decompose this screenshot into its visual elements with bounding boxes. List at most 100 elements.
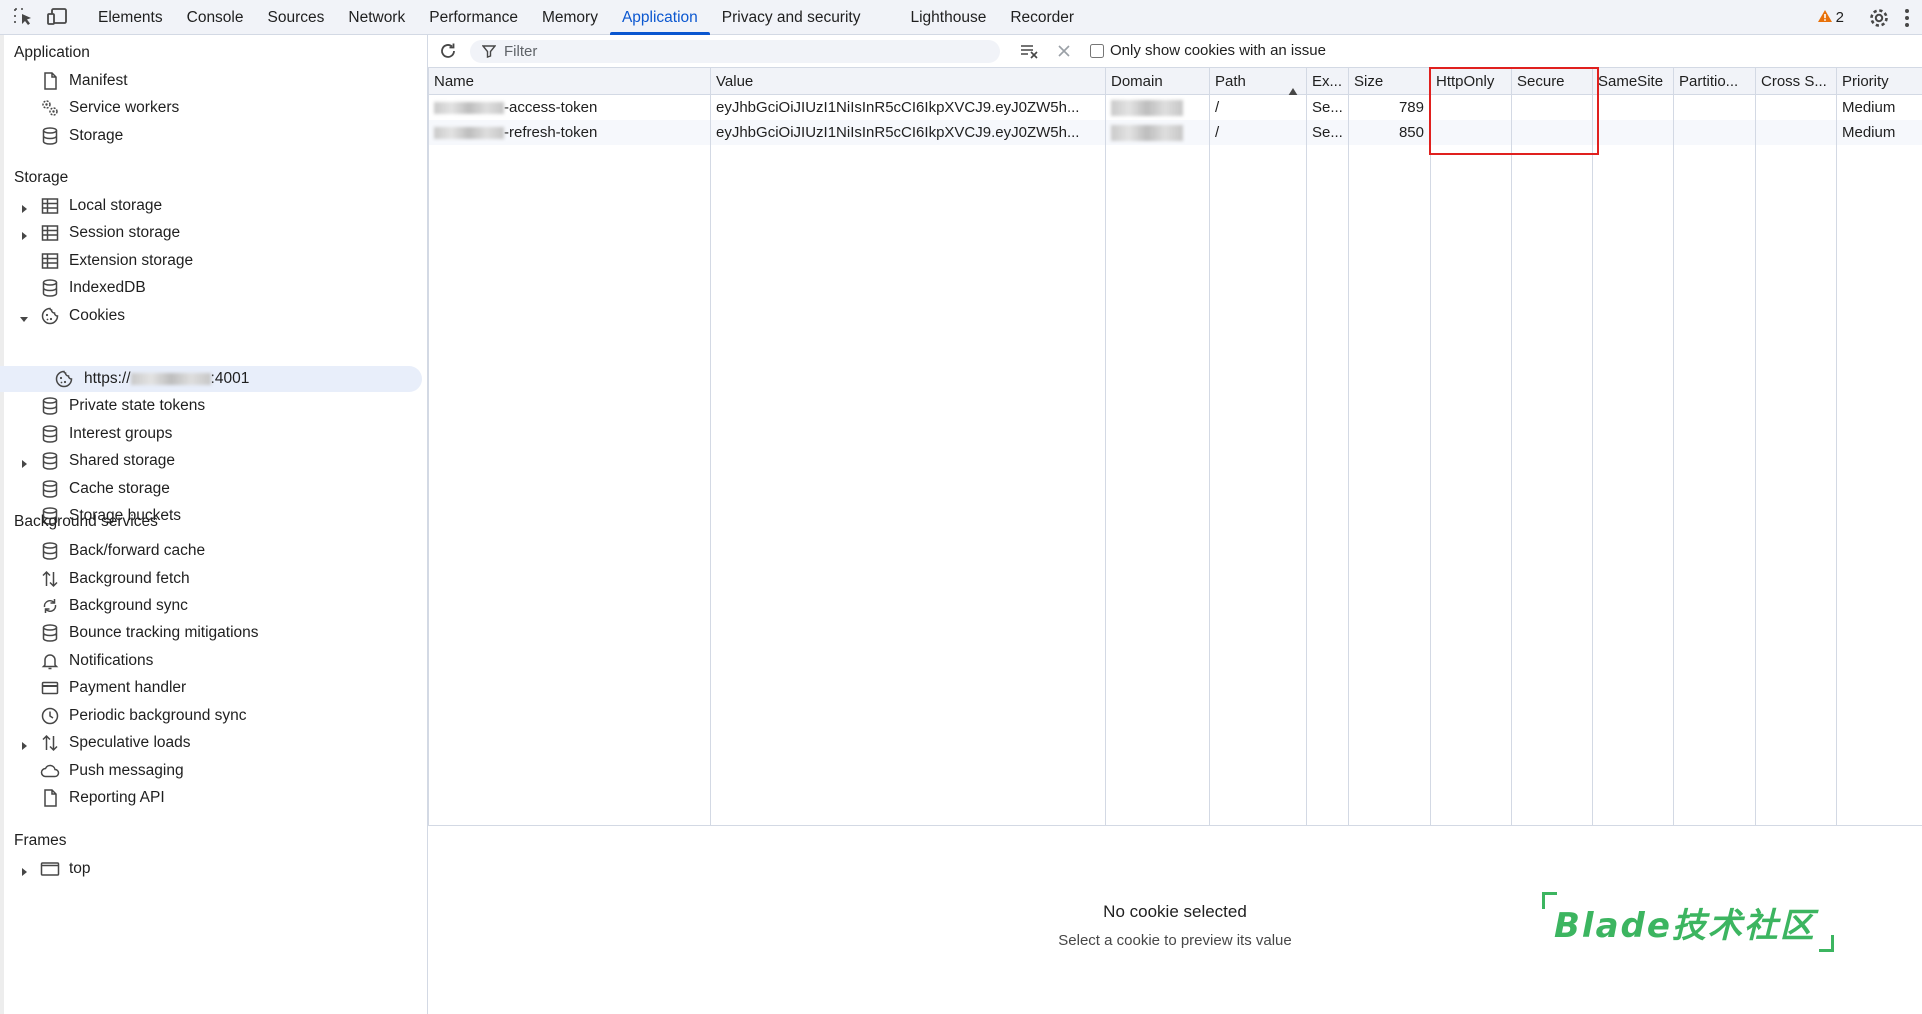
device-toolbar-icon[interactable] <box>46 6 70 28</box>
sidebar-item-cookie-origin[interactable]: https://:4001 <box>0 366 422 392</box>
column-divider[interactable] <box>1673 68 1674 826</box>
column-divider[interactable] <box>710 68 711 826</box>
column-divider[interactable] <box>1755 68 1756 826</box>
table-row[interactable]: -refresh-token eyJhbGciOiJIUzI1NiIsInR5c… <box>428 120 1922 145</box>
up-down-arrows-icon <box>40 733 60 753</box>
sync-icon <box>40 596 60 616</box>
column-divider[interactable] <box>1430 68 1431 826</box>
redacted-domain <box>1111 125 1183 142</box>
cell-name: -access-token <box>428 95 710 120</box>
sidebar-item-periodic-background-sync[interactable]: Periodic background sync <box>0 703 422 729</box>
tab-privacy-and-security[interactable]: Privacy and security <box>710 0 873 35</box>
cookie-origin-scheme: https:// <box>84 370 131 387</box>
column-header-value[interactable]: Value <box>710 68 1105 95</box>
sidebar-item-shared-storage[interactable]: Shared storage <box>0 448 422 474</box>
column-header-expires[interactable]: Ex... <box>1306 68 1348 95</box>
column-divider[interactable] <box>1592 68 1593 826</box>
section-title-application: Application <box>14 44 90 61</box>
cell-samesite <box>1592 95 1673 120</box>
clear-all-cookies-icon[interactable] <box>1020 42 1040 64</box>
cell-path: / <box>1215 124 1220 141</box>
tab-elements[interactable]: Elements <box>86 0 175 35</box>
delete-selected-icon[interactable] <box>1056 43 1072 63</box>
sidebar-item-cache-storage[interactable]: Cache storage <box>0 476 422 502</box>
column-divider[interactable] <box>1105 68 1106 826</box>
table-icon <box>40 251 60 271</box>
refresh-icon[interactable] <box>438 41 458 65</box>
devtools-tab-bar: Elements Console Sources Network Perform… <box>0 0 1922 35</box>
sidebar-item-label: IndexedDB <box>69 279 146 296</box>
expand-arrow-icon[interactable] <box>19 201 29 213</box>
only-issues-label: Only show cookies with an issue <box>1110 42 1326 59</box>
sidebar-item-push-messaging[interactable]: Push messaging <box>0 758 422 784</box>
tab-sources[interactable]: Sources <box>256 0 337 35</box>
expand-arrow-icon[interactable] <box>19 456 29 468</box>
sidebar-item-cookies[interactable]: Cookies <box>0 303 422 329</box>
column-divider[interactable] <box>1306 68 1307 826</box>
sidebar-item-service-workers[interactable]: Service workers <box>0 95 422 121</box>
sidebar-item-label: Cookies <box>69 307 125 324</box>
only-issues-toggle[interactable]: Only show cookies with an issue <box>1090 42 1326 59</box>
section-title-frames: Frames <box>14 832 67 849</box>
expand-arrow-icon[interactable] <box>19 738 29 750</box>
expand-arrow-icon[interactable] <box>19 864 29 876</box>
sidebar-item-back-forward-cache[interactable]: Back/forward cache <box>0 538 422 564</box>
only-issues-checkbox[interactable] <box>1090 43 1104 58</box>
settings-gear-icon[interactable] <box>1868 7 1890 29</box>
filter-funnel-icon <box>481 44 497 62</box>
frame-icon <box>40 859 60 879</box>
filter-input[interactable] <box>504 42 984 61</box>
cell-priority: Medium <box>1842 124 1896 141</box>
tab-lighthouse[interactable]: Lighthouse <box>898 0 998 35</box>
sidebar-item-interest-groups[interactable]: Interest groups <box>0 421 422 447</box>
tab-network[interactable]: Network <box>336 0 417 35</box>
expand-arrow-icon[interactable] <box>19 228 29 240</box>
up-down-arrows-icon <box>40 569 60 589</box>
column-header-cross-site[interactable]: Cross S... <box>1755 68 1836 95</box>
column-header-name[interactable]: Name <box>428 68 710 95</box>
column-header-partition-key[interactable]: Partitio... <box>1673 68 1755 95</box>
sidebar-item-frame-top[interactable]: top <box>0 856 422 882</box>
tab-application[interactable]: Application <box>609 0 710 35</box>
inspect-element-icon[interactable] <box>12 6 36 28</box>
column-divider[interactable] <box>1209 68 1210 826</box>
column-header-samesite[interactable]: SameSite <box>1592 68 1673 95</box>
cell-value: eyJhbGciOiJIUzI1NiIsInR5cCI6IkpXVCJ9.eyJ… <box>716 124 1080 141</box>
sidebar-item-speculative-loads[interactable]: Speculative loads <box>0 730 422 756</box>
column-header-domain[interactable]: Domain <box>1105 68 1209 95</box>
column-header-path[interactable]: Path <box>1209 68 1306 95</box>
sidebar-item-label: Service workers <box>69 99 180 116</box>
sidebar-item-manifest[interactable]: Manifest <box>0 68 422 94</box>
cell-path: / <box>1215 99 1220 116</box>
column-header-size[interactable]: Size <box>1348 68 1430 95</box>
sidebar-item-background-sync[interactable]: Background sync <box>0 593 422 619</box>
cell-size: 789 <box>1398 99 1424 116</box>
collapse-arrow-icon[interactable] <box>19 311 29 322</box>
sidebar-item-label: Notifications <box>69 652 154 669</box>
sidebar-item-notifications[interactable]: Notifications <box>0 648 422 674</box>
tab-recorder[interactable]: Recorder <box>998 0 1086 35</box>
tab-performance[interactable]: Performance <box>417 0 530 35</box>
sidebar-item-label: Extension storage <box>69 252 194 269</box>
sidebar-item-private-state-tokens[interactable]: Private state tokens <box>0 393 422 419</box>
sort-ascending-icon <box>1288 78 1298 95</box>
more-options-icon[interactable] <box>1904 8 1910 28</box>
issues-counter[interactable]: 2 <box>1817 9 1844 27</box>
redacted-prefix <box>434 127 504 140</box>
sidebar-item-background-fetch[interactable]: Background fetch <box>0 566 422 592</box>
sidebar-item-payment-handler[interactable]: Payment handler <box>0 675 422 701</box>
sidebar-item-reporting-api[interactable]: Reporting API <box>0 785 422 811</box>
column-divider[interactable] <box>1348 68 1349 826</box>
tab-memory[interactable]: Memory <box>530 0 610 35</box>
table-row[interactable]: -access-token eyJhbGciOiJIUzI1NiIsInR5cC… <box>428 95 1922 120</box>
column-header-priority[interactable]: Priority <box>1836 68 1922 95</box>
sidebar-item-bounce-tracking-mitigations[interactable]: Bounce tracking mitigations <box>0 620 422 646</box>
sidebar-item-extension-storage[interactable]: Extension storage <box>0 248 422 274</box>
sidebar-item-local-storage[interactable]: Local storage <box>0 193 422 219</box>
sidebar-item-session-storage[interactable]: Session storage <box>0 220 422 246</box>
sidebar-item-indexeddb[interactable]: IndexedDB <box>0 275 422 301</box>
tab-console[interactable]: Console <box>175 0 256 35</box>
column-divider[interactable] <box>1836 68 1837 826</box>
sidebar-item-storage[interactable]: Storage <box>0 123 422 149</box>
column-divider[interactable] <box>1511 68 1512 826</box>
